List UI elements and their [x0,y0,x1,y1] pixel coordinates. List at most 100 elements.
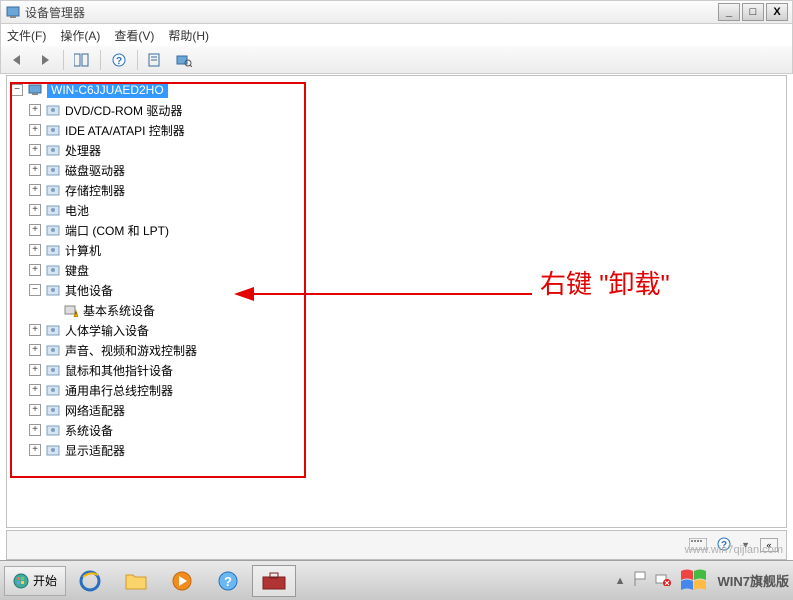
toolbox-icon [261,571,287,591]
tree-expander[interactable]: + [29,444,41,456]
keyboard-icon [46,263,60,277]
tree-node-15[interactable]: +系统设备 [11,420,782,440]
scan-icon [176,53,192,67]
scan-button[interactable] [172,49,196,71]
tray-network-error-icon[interactable] [655,572,671,589]
tree-node-0[interactable]: +DVD/CD-ROM 驱动器 [11,100,782,120]
start-button[interactable]: 开始 [4,566,66,596]
warning-device-icon: ! [64,303,78,317]
taskbar-toolbox[interactable] [252,565,296,597]
tree-node-3[interactable]: + 磁盘驱动器 [11,160,782,180]
tree-expander[interactable]: + [29,384,41,396]
tree-node-label: 显示适配器 [65,442,125,459]
tree-expander[interactable]: + [29,204,41,216]
tree-node-9-0[interactable]: ! 基本系统设备 [11,300,782,320]
tray-chevron-up-icon[interactable]: ▲ [615,575,626,587]
tree-expander[interactable]: + [29,224,41,236]
tree-expander[interactable]: + [29,104,41,116]
device-tree[interactable]: − WIN-C6JJUAED2HO +DVD/CD-ROM 驱动器+IDE ATA/… [11,80,782,523]
tree-expander[interactable]: + [29,364,41,376]
mouse-icon [45,362,61,378]
network-icon [46,403,60,417]
tree-root[interactable]: − WIN-C6JJUAED2HO [11,80,782,100]
close-button[interactable]: X [766,3,788,21]
tree-node-label: 基本系统设备 [83,302,155,319]
tree-expander[interactable]: − [11,84,23,96]
tree-node-7[interactable]: +计算机 [11,240,782,260]
tray-flag-icon[interactable] [633,571,647,590]
taskbar-explorer[interactable] [114,565,158,597]
storage-icon [45,182,61,198]
tree-expander[interactable]: + [29,164,41,176]
help-icon: ? [218,571,238,591]
properties-button[interactable] [144,49,168,71]
tree-expander[interactable]: + [29,124,41,136]
tree-expander[interactable]: + [29,264,41,276]
taskbar-help[interactable]: ? [206,565,250,597]
tree-expander[interactable]: + [29,404,41,416]
tree-node-16[interactable]: + 显示适配器 [11,440,782,460]
tree-node-13[interactable]: + 通用串行总线控制器 [11,380,782,400]
tree-node-4[interactable]: +存储控制器 [11,180,782,200]
tree-node-label: 键盘 [65,262,89,279]
tree-node-label: 人体学输入设备 [65,322,149,339]
computer-root-icon [27,82,43,98]
tree-expander[interactable]: − [29,284,41,296]
battery-icon [46,203,60,217]
tree-node-14[interactable]: +网络适配器 [11,400,782,420]
tree-expander[interactable]: + [29,184,41,196]
window-buttons: _ □ X [718,3,788,21]
minimize-button[interactable]: _ [718,3,740,21]
sound-icon [45,342,61,358]
tree-node-11[interactable]: + 声音、视频和游戏控制器 [11,340,782,360]
tree-node-10[interactable]: + 人体学输入设备 [11,320,782,340]
tree-node-label: 处理器 [65,142,101,159]
tree-node-label: 声音、视频和游戏控制器 [65,342,197,359]
warning-device-icon: ! [63,302,79,318]
brand-text: WIN7旗舰版 [717,571,789,590]
usb-icon [45,382,61,398]
start-label: 开始 [33,572,57,589]
tree-node-label: WIN-C6JJUAED2HO [47,82,168,98]
menu-help[interactable]: 帮助(H) [168,27,209,44]
menu-file[interactable]: 文件(F) [7,27,46,44]
status-strip: ? ▼ « [6,530,787,560]
ide-icon [45,122,61,138]
tree-node-2[interactable]: + 处理器 [11,140,782,160]
svg-text:?: ? [116,56,122,67]
tree-node-label: 磁盘驱动器 [65,162,125,179]
port-icon [46,223,60,237]
tray-dropdown-icon[interactable]: ▼ [741,540,750,550]
start-orb-icon [13,573,29,589]
help-button[interactable]: ? [107,49,131,71]
taskbar-wmp[interactable] [160,565,204,597]
other-icon [45,282,61,298]
sound-icon [46,343,60,357]
window-title: 设备管理器 [25,4,718,21]
taskbar-ie[interactable] [68,565,112,597]
separator [137,50,138,70]
back-button[interactable] [5,49,29,71]
help-tray-icon[interactable]: ? [717,537,731,554]
tree-expander[interactable]: + [29,344,41,356]
tree-node-5[interactable]: +电池 [11,200,782,220]
disk-icon [46,163,60,177]
tree-node-1[interactable]: +IDE ATA/ATAPI 控制器 [11,120,782,140]
tree-node-12[interactable]: +鼠标和其他指针设备 [11,360,782,380]
tree-expander[interactable]: + [29,324,41,336]
display-icon [45,442,61,458]
views-button[interactable] [70,49,94,71]
maximize-button[interactable]: □ [742,3,764,21]
menu-action[interactable]: 操作(A) [60,27,100,44]
menu-view[interactable]: 查看(V) [114,27,154,44]
tray-chevron[interactable]: « [760,538,778,552]
tree-expander[interactable]: + [29,244,41,256]
tree-expander[interactable]: + [29,424,41,436]
properties-icon [148,53,164,67]
svg-text:?: ? [721,540,727,551]
forward-button[interactable] [33,49,57,71]
tree-node-6[interactable]: +端口 (COM 和 LPT) [11,220,782,240]
tree-node-label: 通用串行总线控制器 [65,382,173,399]
computer-icon [46,243,60,257]
tree-expander[interactable]: + [29,144,41,156]
